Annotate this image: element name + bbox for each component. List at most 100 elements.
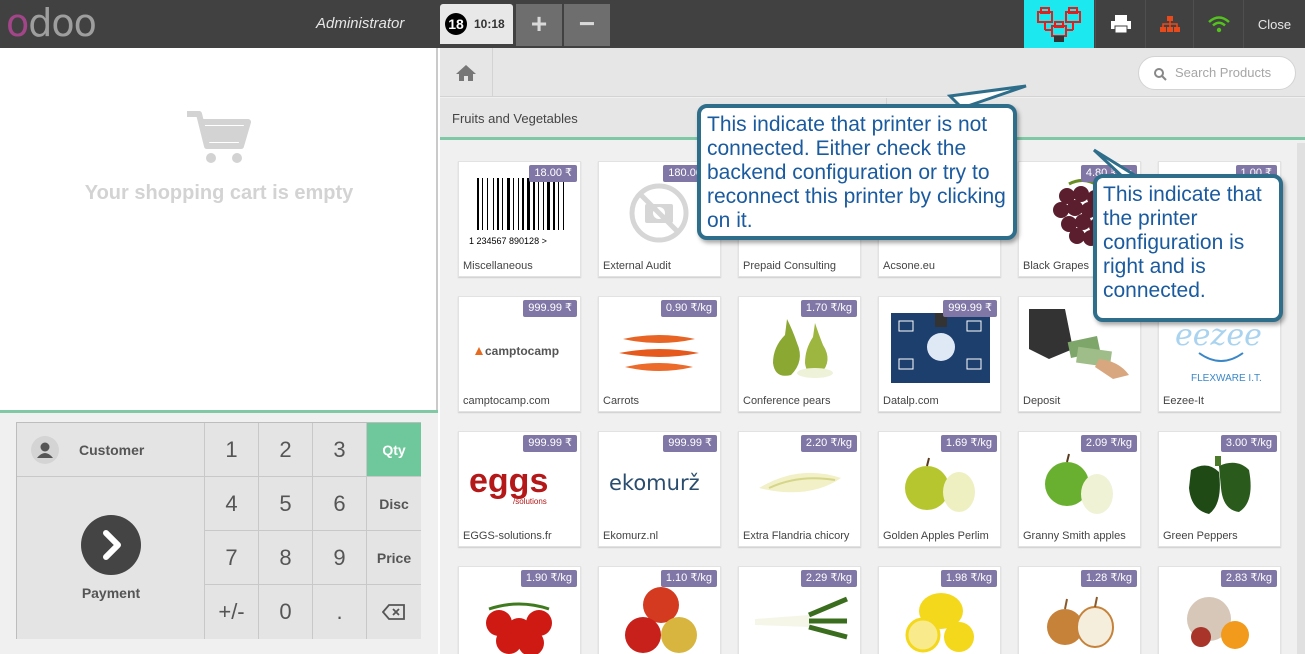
product-card[interactable]: 1.28 ₹/kg	[1018, 566, 1141, 654]
mixed-produce-image	[1187, 597, 1249, 649]
product-name: camptocamp.com	[463, 395, 550, 407]
product-card[interactable]: 2.09 ₹/kg Granny Smith apples	[1018, 431, 1141, 547]
wifi-status-button[interactable]	[1193, 0, 1243, 48]
price-tag: 2.09 ₹/kg	[1080, 435, 1137, 452]
product-image	[889, 444, 992, 522]
close-button[interactable]: Close	[1243, 0, 1305, 48]
svg-text:eezee: eezee	[1175, 318, 1262, 353]
product-name: Miscellaneous	[463, 260, 533, 272]
product-card[interactable]: 1.10 ₹/kg	[598, 566, 721, 654]
golden-apples-image	[905, 457, 975, 512]
numpad-key-7[interactable]: 7	[205, 531, 259, 585]
product-name: Ekomurz.nl	[603, 530, 659, 542]
numpad-key-5[interactable]: 5	[259, 477, 313, 531]
eezee-wordmark: FLEXWARE I.T.	[1191, 373, 1262, 384]
granny-smith-image	[1045, 453, 1113, 514]
product-card[interactable]: 1.69 ₹/kg Golden Apples Perlim	[878, 431, 1001, 547]
product-card[interactable]: 2.29 ₹/kg	[738, 566, 861, 654]
eggs-logo: eggs/solutions	[469, 462, 548, 506]
product-card[interactable]: camptocamp 999.99 ₹ camptocamp.com	[458, 296, 581, 412]
payment-label: Payment	[81, 585, 141, 601]
product-image	[1029, 579, 1132, 654]
print-button[interactable]	[1095, 0, 1145, 48]
payment-button[interactable]: Payment	[17, 477, 205, 639]
home-icon	[456, 64, 476, 81]
product-name: Acsone.eu	[883, 260, 935, 272]
numpad-frame: Customer Payment 1 2 3 Qty 4 5 6 Disc 7 …	[16, 422, 421, 639]
price-tag: 3.00 ₹/kg	[1220, 435, 1277, 452]
barcode-image: 1 234567 890128 >	[469, 178, 564, 246]
order-time: 10:18	[474, 17, 505, 31]
numpad-key-3[interactable]: 3	[313, 423, 367, 477]
mode-qty-button[interactable]: Qty	[367, 423, 421, 477]
category-button[interactable]: Fruits and Vegetables	[452, 111, 578, 126]
price-tag: 999.99 ₹	[523, 300, 577, 317]
product-name: Golden Apples Perlim	[883, 530, 989, 542]
mode-disc-button[interactable]: Disc	[367, 477, 421, 531]
product-card[interactable]: 1.70 ₹/kg Conference pears	[738, 296, 861, 412]
product-image	[609, 579, 712, 654]
price-tag: 0.90 ₹/kg	[660, 300, 717, 317]
price-tag: 1.70 ₹/kg	[800, 300, 857, 317]
numpad-key-6[interactable]: 6	[313, 477, 367, 531]
payment-circle	[81, 515, 141, 575]
home-button[interactable]	[440, 48, 493, 97]
product-card[interactable]: eggs/solutions 999.99 ₹ EGGS-solutions.fr	[458, 431, 581, 547]
onions-image	[1047, 596, 1114, 648]
product-image	[749, 309, 852, 387]
numpad-key-4[interactable]: 4	[205, 477, 259, 531]
backspace-button[interactable]	[367, 585, 421, 639]
action-pad-area: Customer Payment 1 2 3 Qty 4 5 6 Disc 7 …	[0, 410, 438, 654]
product-card[interactable]: 0.90 ₹/kg Carrots	[598, 296, 721, 412]
order-tab[interactable]: 18 10:18	[440, 4, 513, 44]
printer-status-button[interactable]	[1024, 0, 1094, 48]
product-name: Carrots	[603, 395, 640, 407]
product-name: Deposit	[1023, 395, 1061, 407]
price-tag: 999.99 ₹	[523, 435, 577, 452]
pears-image	[773, 319, 833, 378]
price-tag: 999.99 ₹	[943, 300, 997, 317]
product-card[interactable]: ekomurž 999.99 ₹ Ekomurz.nl	[598, 431, 721, 547]
red-apples-image	[625, 587, 697, 653]
numpad-key-2[interactable]: 2	[259, 423, 313, 477]
numpad-key-9[interactable]: 9	[313, 531, 367, 585]
proxy-status-button[interactable]	[1145, 0, 1193, 48]
camptocamp-wordmark: camptocamp	[485, 344, 559, 358]
customer-button[interactable]: Customer	[17, 423, 205, 477]
product-card[interactable]: 999.99 ₹ Datalp.com	[878, 296, 1001, 412]
mode-price-button[interactable]: Price	[367, 531, 421, 585]
user-name: Administrator	[316, 15, 405, 32]
pos-topbar: odoo Administrator 18 10:18 + − Close	[0, 0, 1305, 48]
price-tag: 1.28 ₹/kg	[1080, 570, 1137, 587]
price-tag: 1.98 ₹/kg	[940, 570, 997, 587]
numpad-key-dot[interactable]: .	[313, 585, 367, 639]
numpad-key-8[interactable]: 8	[259, 531, 313, 585]
search-box[interactable]	[1138, 56, 1296, 90]
product-scrollbar[interactable]	[1297, 143, 1305, 654]
product-card[interactable]: 1.98 ₹/kg	[878, 566, 1001, 654]
price-tag: 1.90 ₹/kg	[520, 570, 577, 587]
product-card[interactable]: 3.00 ₹/kg Green Peppers	[1158, 431, 1281, 547]
remove-order-button[interactable]: −	[564, 4, 610, 46]
search-input[interactable]	[1175, 65, 1290, 80]
wifi-icon	[1207, 16, 1230, 33]
add-order-button[interactable]: +	[516, 4, 562, 46]
price-tag: 1.69 ₹/kg	[940, 435, 997, 452]
product-name: Datalp.com	[883, 395, 939, 407]
price-tag: 18.00 ₹	[529, 165, 577, 182]
numpad-key-0[interactable]: 0	[259, 585, 313, 639]
product-image: eggs/solutions	[469, 444, 572, 522]
order-number: 18	[445, 13, 467, 35]
product-image	[889, 579, 992, 654]
numpad-key-1[interactable]: 1	[205, 423, 259, 477]
odoo-logo: odoo	[6, 1, 97, 45]
product-name: Extra Flandria chicory	[743, 530, 850, 542]
product-card[interactable]: 2.20 ₹/kg Extra Flandria chicory	[738, 431, 861, 547]
product-image	[1029, 444, 1132, 522]
numpad-key-plusminus[interactable]: +/-	[205, 585, 259, 639]
product-card[interactable]: 1 234567 890128 > 18.00 ₹ Miscellaneous	[458, 161, 581, 277]
lemons-image	[905, 593, 974, 653]
product-card[interactable]: 1.90 ₹/kg	[458, 566, 581, 654]
product-card[interactable]: 2.83 ₹/kg	[1158, 566, 1281, 654]
product-name: Granny Smith apples	[1023, 530, 1126, 542]
